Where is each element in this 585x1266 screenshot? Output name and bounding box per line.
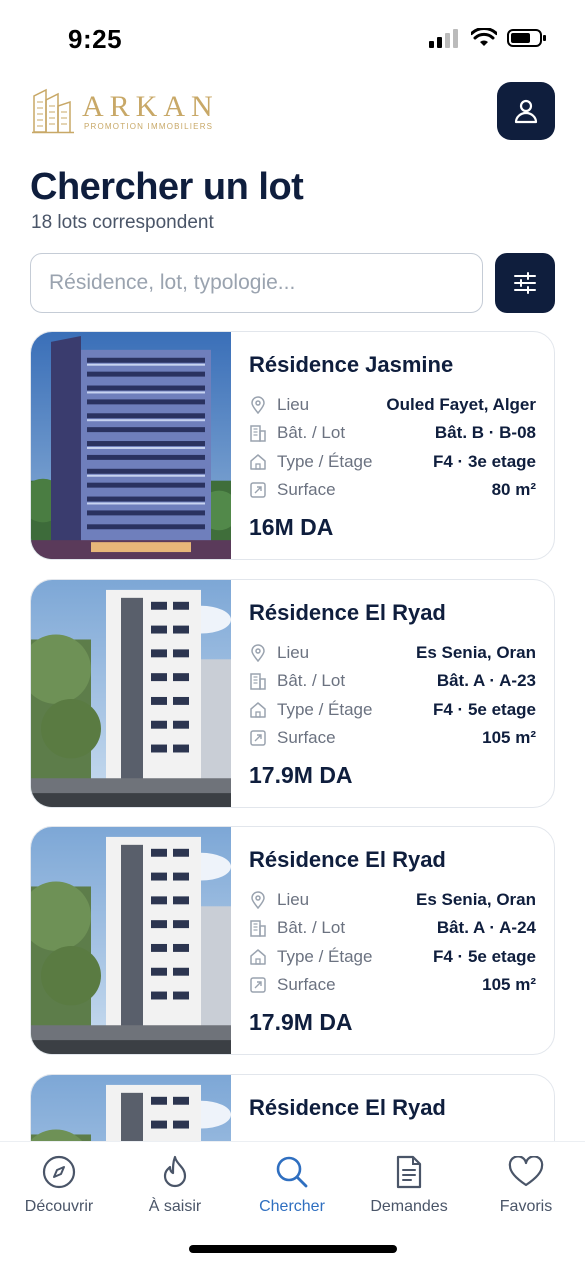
lot-building-label: Bât. / Lot [277,671,346,690]
signal-icon [429,29,458,48]
lot-location-label: Lieu [277,395,310,414]
tab-label: À saisir [148,1198,202,1215]
results-count: 18 lots correspondent [31,212,214,233]
status-icons [429,28,547,48]
lot-title: Résidence Jasmine [249,352,454,377]
lot-title: Résidence El Ryad [249,847,446,872]
lot-title: Résidence El Ryad [249,1095,446,1120]
arkan-logo: ARKAN PROMOTION IMMOBILIERS [32,86,214,136]
lot-type-row: Type / Étage F4 · 5e etage [249,945,536,969]
tab-decouvrir[interactable]: Découvrir [9,1154,109,1216]
lot-type: F4 · 5e etage [433,700,536,719]
document-icon [396,1155,422,1189]
lot-type-label: Type / Étage [277,700,373,719]
lot-building-row: Bât. / Lot Bât. A · A-24 [249,916,536,940]
lot-surface-label: Surface [277,728,336,747]
lot-surface-row: Surface 105 m² [249,973,536,997]
lot-list[interactable]: Résidence Jasmine Lieu Ouled Fayet, Alge… [30,331,555,1141]
tab-label: Favoris [499,1198,553,1215]
lot-card[interactable]: Résidence El Ryad [30,1074,555,1141]
lot-type-row: Type / Étage F4 · 5e etage [249,698,536,722]
lot-card[interactable]: Résidence El Ryad Lieu Es Senia, Oran Bâ… [30,579,555,808]
lot-image [31,332,231,559]
lot-surface: 105 m² [482,728,536,747]
lot-location-row: Lieu Es Senia, Oran [249,641,536,665]
lot-image [31,580,231,807]
lot-building: Bât. B · B-08 [434,423,536,442]
location-pin-icon [251,891,265,909]
lot-location-label: Lieu [277,890,310,909]
tab-favoris[interactable]: Favoris [476,1154,576,1216]
tab-demandes[interactable]: Demandes [359,1154,459,1216]
lot-type: F4 · 5e etage [433,947,536,966]
lot-type-label: Type / Étage [277,452,373,471]
home-indicator[interactable] [189,1245,397,1253]
flame-icon [163,1155,187,1188]
search-input[interactable] [30,253,483,313]
wifi-icon [471,28,497,46]
lot-card[interactable]: Résidence Jasmine Lieu Ouled Fayet, Alge… [30,331,555,560]
lot-price: 16M DA [249,514,334,540]
lot-type-label: Type / Étage [277,947,373,966]
lot-building-row: Bât. / Lot Bât. A · A-23 [249,669,536,693]
search-icon [276,1156,308,1188]
lot-type-row: Type / Étage F4 · 3e etage [249,450,536,474]
lot-building: Bât. A · A-24 [436,918,536,937]
lot-surface: 80 m² [491,480,536,499]
lot-location-label: Lieu [277,643,310,662]
tab-label: Demandes [370,1198,448,1215]
logo-text: ARKAN [82,90,219,123]
lot-building-label: Bât. / Lot [277,423,346,442]
lot-type: F4 · 3e etage [433,452,536,471]
status-bar: 9:25 [0,0,585,80]
lot-surface-row: Surface 80 m² [249,478,536,502]
building-icon [250,425,266,442]
tab-label: Découvrir [24,1198,94,1215]
logo-subtitle: PROMOTION IMMOBILIERS [84,122,214,131]
home-icon [250,454,266,470]
compass-icon [42,1155,76,1189]
lot-location: Es Senia, Oran [416,890,536,909]
building-icon [250,920,266,937]
area-icon [250,482,266,498]
heart-icon [508,1156,544,1187]
tab-label: Chercher [259,1198,325,1215]
lot-surface-label: Surface [277,975,336,994]
lot-image [31,827,231,1054]
lot-card[interactable]: Résidence El Ryad Lieu Es Senia, Oran Bâ… [30,826,555,1055]
home-icon [250,702,266,718]
location-pin-icon [251,396,265,414]
lot-location: Es Senia, Oran [416,643,536,662]
tab-a-saisir[interactable]: À saisir [125,1154,225,1216]
area-icon [250,730,266,746]
lot-surface-label: Surface [277,480,336,499]
page-title: Chercher un lot [30,166,304,208]
sliders-icon [514,272,536,294]
lot-location: Ouled Fayet, Alger [386,395,536,414]
lot-location-row: Lieu Ouled Fayet, Alger [249,393,536,417]
profile-button[interactable] [497,82,555,140]
logo-building-icon [32,88,74,134]
lot-surface-row: Surface 105 m² [249,726,536,750]
filter-button[interactable] [495,253,555,313]
lot-building-row: Bât. / Lot Bât. B · B-08 [249,421,536,445]
lot-building-label: Bât. / Lot [277,918,346,937]
lot-surface: 105 m² [482,975,536,994]
tab-chercher[interactable]: Chercher [242,1154,342,1216]
user-icon [514,99,538,124]
status-time: 9:25 [68,24,123,54]
lot-building: Bât. A · A-23 [436,671,536,690]
building-icon [250,673,266,690]
lot-price: 17.9M DA [249,762,353,788]
battery-icon [507,29,546,47]
lot-image [31,1075,231,1141]
location-pin-icon [251,644,265,662]
lot-price: 17.9M DA [249,1009,353,1035]
lot-title: Résidence El Ryad [249,600,446,625]
lot-location-row: Lieu Es Senia, Oran [249,888,536,912]
area-icon [250,977,266,993]
home-icon [250,949,266,965]
